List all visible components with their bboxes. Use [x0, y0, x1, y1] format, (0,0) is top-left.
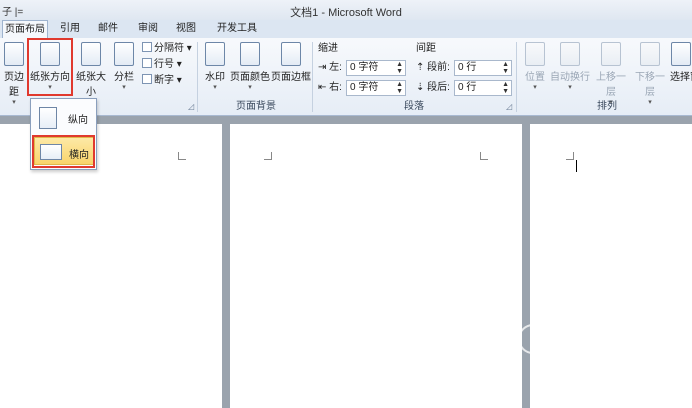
- indent-left-field[interactable]: 0 字符 ▲ ▼: [346, 60, 406, 76]
- selection-pane-button[interactable]: 选择窗: [670, 40, 692, 96]
- position-button[interactable]: 位置 ▾: [522, 40, 548, 96]
- selection-pane-icon: [671, 42, 691, 66]
- hyphenation-button[interactable]: 断字 ▾: [142, 74, 182, 88]
- tab-mailings[interactable]: 邮件: [94, 20, 122, 38]
- position-label: 位置: [525, 72, 545, 83]
- tab-page-layout[interactable]: 页面布局: [2, 20, 48, 39]
- page-color-icon: [240, 42, 260, 66]
- send-backward-label: 下移一层: [635, 72, 665, 98]
- portrait-page-icon: [39, 107, 57, 129]
- group-label-paragraph: 段落: [404, 101, 424, 112]
- margins-button[interactable]: 页边距 ▾: [0, 40, 28, 106]
- chevron-down-icon: ▾: [568, 84, 572, 91]
- indent-right-field[interactable]: 0 字符 ▲ ▼: [346, 80, 406, 96]
- size-label: 纸张大小: [76, 72, 106, 98]
- group-label-arrange: 排列: [597, 101, 617, 112]
- hyphenation-label: 断字: [154, 75, 174, 86]
- group-separator: [197, 42, 198, 112]
- ribbon: 页边距 ▾ 纸张方向 ▾ 纸张大小 ▾ 分栏 ▾ 分隔符 ▾ 行号 ▾ 断字 ▾…: [0, 38, 692, 116]
- chevron-down-icon: ▾: [12, 99, 16, 106]
- columns-button[interactable]: 分栏 ▾: [112, 40, 136, 96]
- size-button[interactable]: 纸张大小 ▾: [72, 40, 110, 106]
- margins-icon: [4, 42, 24, 66]
- breaks-icon: [142, 42, 152, 52]
- hyphenation-icon: [142, 74, 152, 84]
- chevron-down-icon: ▾: [533, 84, 537, 91]
- wrap-text-icon: [560, 42, 580, 66]
- page-color-button[interactable]: 页面颜色 ▾: [230, 40, 270, 96]
- spacing-title: 间距: [416, 43, 436, 54]
- chevron-down-icon: ▾: [213, 84, 217, 91]
- spacing-after-field[interactable]: 0 行 ▲ ▼: [454, 80, 512, 96]
- dialog-launcher-icon[interactable]: ◿: [188, 102, 194, 111]
- indent-left-label: ⇥ 左:: [318, 62, 342, 73]
- page-2[interactable]: [230, 124, 522, 408]
- menu-item-portrait[interactable]: 纵向: [34, 103, 95, 131]
- watermark-button[interactable]: 水印 ▾: [202, 40, 228, 96]
- window-title: 文档1 - Microsoft Word: [290, 7, 402, 19]
- ribbon-tabs: 页面布局 引用 邮件 审阅 视图 开发工具: [0, 20, 692, 39]
- indent-left-icon: ⇥: [318, 62, 327, 73]
- tab-review[interactable]: 审阅: [134, 20, 162, 38]
- spacing-before-label: ⇡ 段前:: [416, 62, 450, 73]
- columns-label: 分栏: [114, 72, 134, 83]
- spinner-icon[interactable]: ▲ ▼: [396, 61, 403, 75]
- line-numbers-icon: [142, 58, 152, 68]
- watermark-logo-icon: [518, 324, 548, 354]
- landscape-highlight: [32, 135, 95, 168]
- wrap-text-label: 自动换行: [550, 72, 590, 83]
- page-borders-icon: [281, 42, 301, 66]
- page-borders-label: 页面边框: [271, 72, 311, 83]
- margins-label: 页边距: [4, 72, 24, 98]
- breaks-button[interactable]: 分隔符 ▾: [142, 42, 192, 56]
- margin-corner: [178, 152, 186, 160]
- breaks-label: 分隔符: [154, 43, 184, 54]
- chevron-down-icon: ▾: [122, 84, 126, 91]
- wrap-text-button[interactable]: 自动换行 ▾: [550, 40, 590, 96]
- tab-developer[interactable]: 开发工具: [214, 20, 260, 38]
- line-numbers-button[interactable]: 行号 ▾: [142, 58, 182, 72]
- page-color-label: 页面颜色: [230, 72, 270, 83]
- watermark-label: 水印: [205, 72, 225, 83]
- columns-icon: [114, 42, 134, 66]
- orientation-menu: 纵向 横向: [30, 98, 97, 170]
- group-label-page-background: 页面背景: [236, 101, 276, 112]
- orientation-highlight: [27, 38, 73, 96]
- spacing-after-icon: ⇣: [416, 82, 425, 93]
- indent-title: 缩进: [318, 43, 338, 54]
- send-backward-button[interactable]: 下移一层 ▾: [631, 40, 669, 106]
- group-separator: [516, 42, 517, 112]
- margin-corner: [480, 152, 488, 160]
- spacing-before-field[interactable]: 0 行 ▲ ▼: [454, 60, 512, 76]
- spacing-after-label: ⇣ 段后:: [416, 82, 450, 93]
- line-numbers-label: 行号: [154, 59, 174, 70]
- position-icon: [525, 42, 545, 66]
- text-cursor: [576, 160, 577, 172]
- indent-right-label: ⇤ 右:: [318, 82, 342, 93]
- bring-forward-button[interactable]: 上移一层 ▾: [592, 40, 630, 106]
- chevron-down-icon: ▾: [248, 84, 252, 91]
- spinner-icon[interactable]: ▲ ▼: [502, 81, 509, 95]
- spinner-icon[interactable]: ▲ ▼: [502, 61, 509, 75]
- selection-pane-label: 选择窗: [670, 72, 692, 83]
- title-bar: 子 |= 文档1 - Microsoft Word: [0, 0, 692, 20]
- spacing-before-icon: ⇡: [416, 62, 425, 73]
- spinner-icon[interactable]: ▲ ▼: [396, 81, 403, 95]
- bring-forward-label: 上移一层: [596, 72, 626, 98]
- watermark-url: zhinan.sogou.com: [530, 360, 644, 374]
- indent-right-icon: ⇤: [318, 82, 327, 93]
- watermark-icon: [205, 42, 225, 66]
- paper-size-icon: [81, 42, 101, 66]
- watermark-text: 搜狗指南: [556, 325, 665, 355]
- tab-view[interactable]: 视图: [172, 20, 200, 38]
- page-borders-button[interactable]: 页面边框: [271, 40, 311, 96]
- group-separator: [312, 42, 313, 112]
- margin-corner: [264, 152, 272, 160]
- tab-references[interactable]: 引用: [56, 20, 84, 38]
- margin-corner: [566, 152, 574, 160]
- bring-forward-icon: [601, 42, 621, 66]
- dialog-launcher-icon[interactable]: ◿: [506, 102, 512, 111]
- send-backward-icon: [640, 42, 660, 66]
